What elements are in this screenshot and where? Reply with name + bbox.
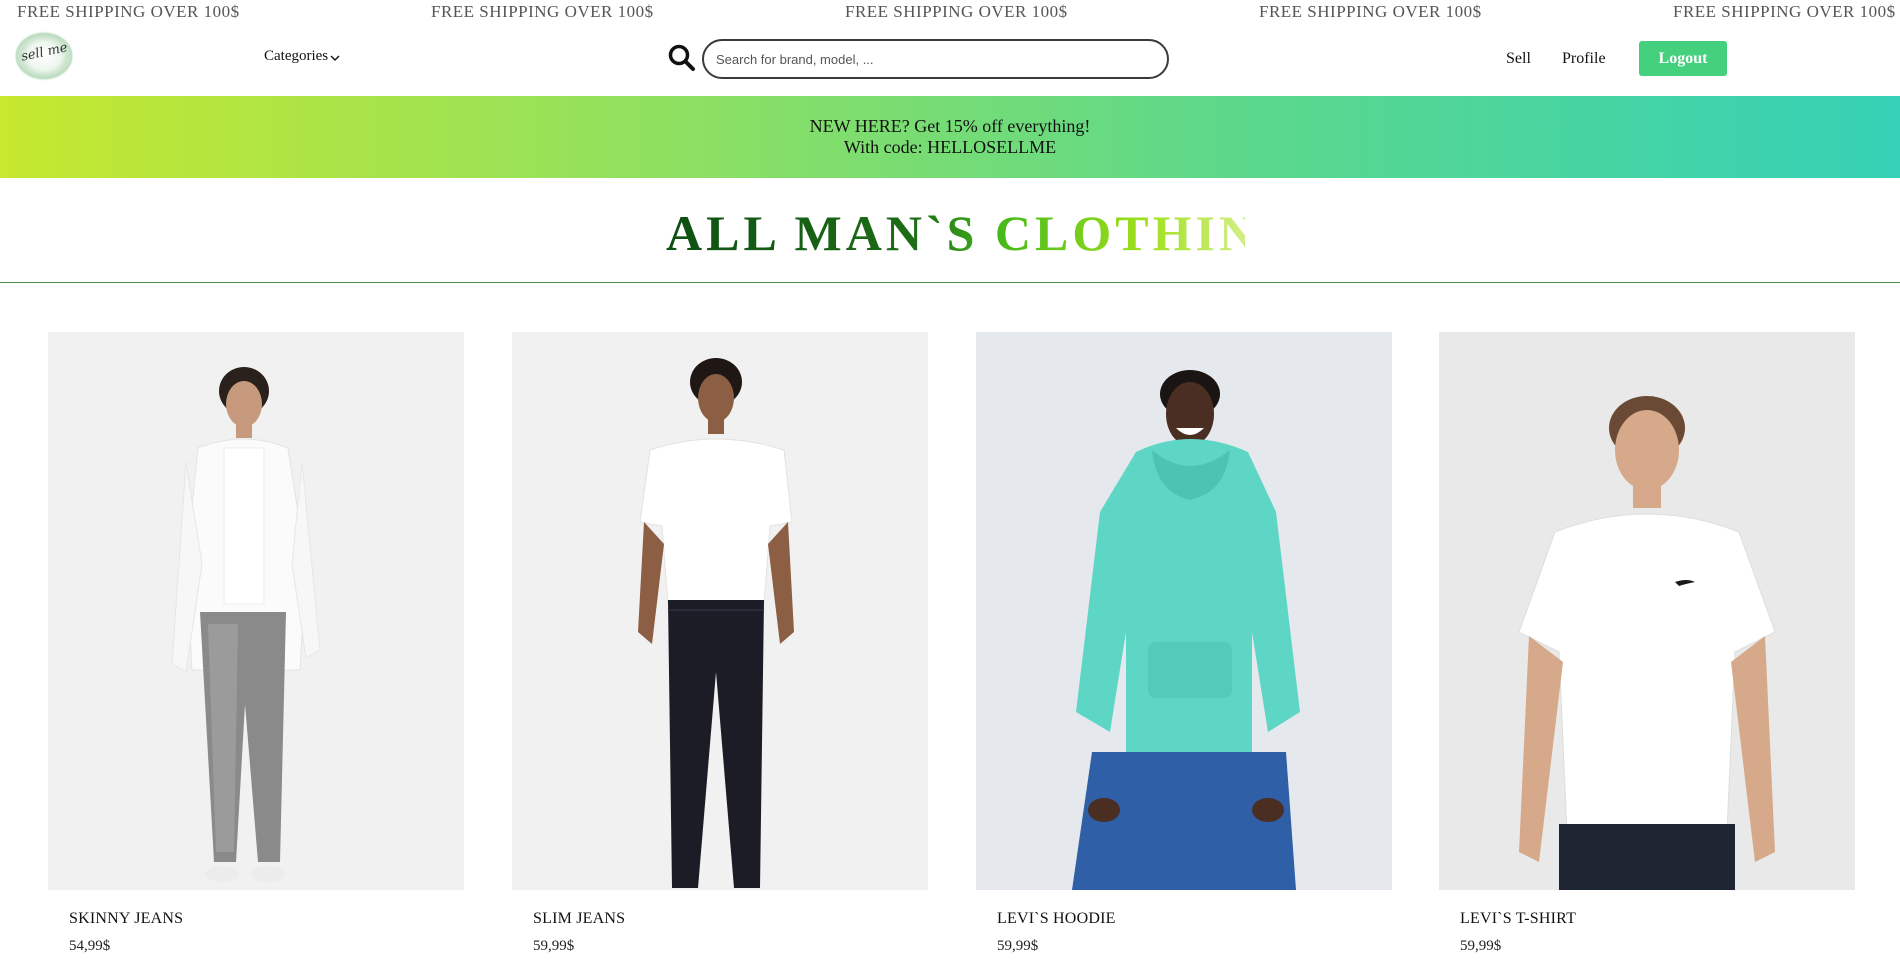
product-name[interactable]: LEVI`S HOODIE: [997, 910, 1116, 928]
categories-label: Categories: [264, 48, 329, 64]
promo-line-2: With code: HELLOSELLME: [843, 137, 1057, 157]
categories-dropdown[interactable]: Categories: [264, 48, 340, 65]
logout-button[interactable]: Logout: [1639, 41, 1727, 76]
product-image[interactable]: [512, 332, 928, 890]
marquee-text: FREE SHIPPING OVER 100$: [845, 2, 1068, 21]
promo-line-1: NEW HERE? Get 15% off everything!: [809, 116, 1091, 136]
product-price: 59,99$: [533, 938, 575, 954]
product-card[interactable]: SLIM JEANS 59,99$: [512, 332, 928, 954]
marquee-text: FREE SHIPPING OVER 100$: [1673, 2, 1896, 21]
marquee-text: FREE SHIPPING OVER 100$: [1259, 2, 1482, 21]
shipping-marquee: FREE SHIPPING OVER 100$ FREE SHIPPING OV…: [0, 0, 1900, 26]
promo-banner: NEW HERE? Get 15% off everything! With c…: [0, 96, 1900, 178]
marquee-text: FREE SHIPPING OVER 100$: [431, 2, 654, 21]
search-input[interactable]: [702, 39, 1169, 79]
page-title: ALL MAN`S CLOTHING: [666, 204, 1245, 262]
marquee-text: FREE SHIPPING OVER 100$: [17, 2, 240, 21]
nav-link-sell[interactable]: Sell: [1506, 50, 1531, 68]
product-price: 59,99$: [997, 938, 1039, 954]
chevron-down-icon: [330, 55, 340, 61]
site-logo[interactable]: sell me: [13, 30, 75, 82]
product-card[interactable]: LEVI`S T-SHIRT 59,99$: [1439, 332, 1855, 954]
product-photo-slim-jeans: [638, 358, 794, 888]
product-card[interactable]: SKINNY JEANS 54,99$: [48, 332, 464, 954]
site-header: sell me Categories Sell Profile Logout: [0, 26, 1900, 96]
product-photo-levis-tshirt: [1518, 396, 1776, 890]
nav-link-profile[interactable]: Profile: [1562, 50, 1606, 68]
product-photo-levis-hoodie: [1072, 370, 1300, 890]
product-name[interactable]: SLIM JEANS: [533, 910, 625, 928]
product-price: 59,99$: [1460, 938, 1502, 954]
product-name[interactable]: SKINNY JEANS: [69, 910, 183, 928]
product-image[interactable]: [976, 332, 1392, 890]
product-price: 54,99$: [69, 938, 111, 954]
product-name[interactable]: LEVI`S T-SHIRT: [1460, 910, 1576, 928]
product-photo-skinny-jeans: [171, 367, 321, 882]
page-heading-section: ALL MAN`S CLOTHING: [0, 178, 1900, 283]
product-image[interactable]: [48, 332, 464, 890]
page-title-mask: ALL MAN`S CLOTHING: [650, 204, 1245, 264]
search-icon[interactable]: [667, 43, 697, 73]
product-image[interactable]: [1439, 332, 1855, 890]
product-card[interactable]: LEVI`S HOODIE 59,99$: [976, 332, 1392, 954]
